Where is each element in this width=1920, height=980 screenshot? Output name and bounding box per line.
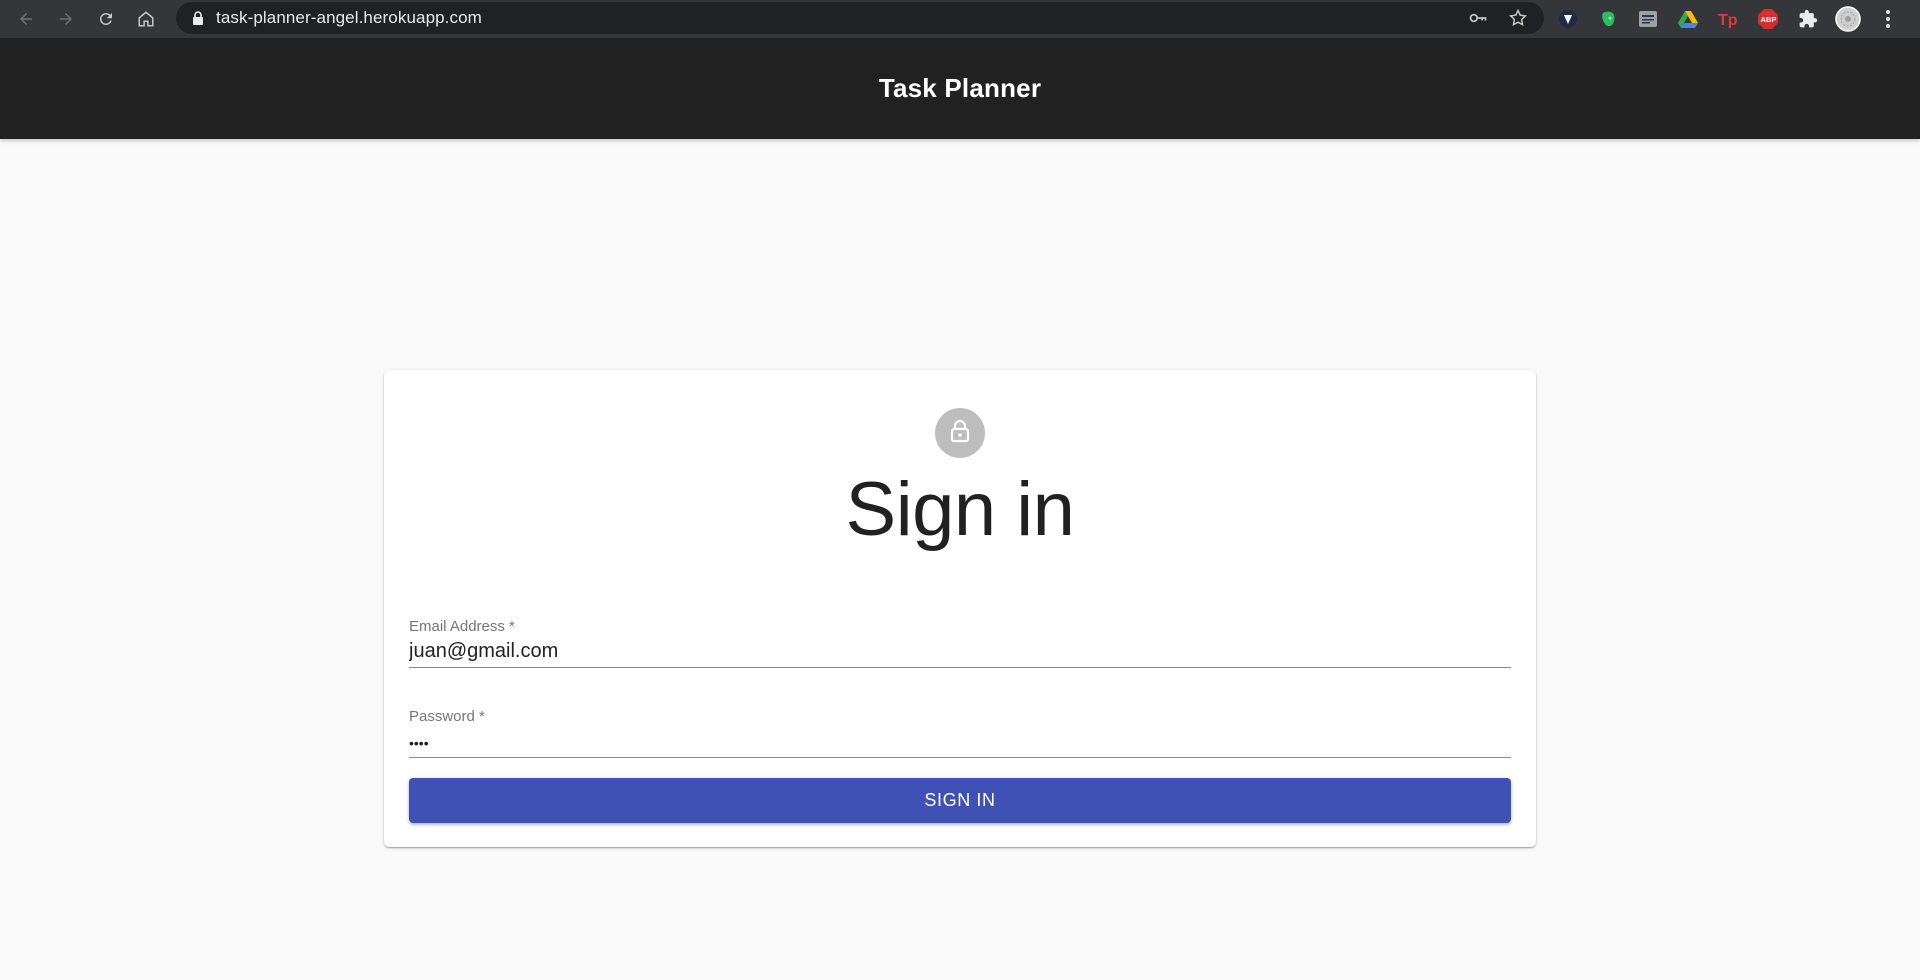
lock-icon[interactable] (190, 10, 206, 26)
shield-extension-icon[interactable] (1552, 3, 1584, 35)
reader-extension-icon[interactable] (1632, 3, 1664, 35)
browser-nav (6, 0, 166, 38)
signin-card: Sign in Email Address * Password * •••• … (384, 370, 1536, 847)
lock-avatar (935, 408, 985, 458)
app-header: Task Planner (0, 38, 1920, 139)
key-icon[interactable] (1462, 2, 1494, 34)
drive-extension-icon[interactable] (1672, 3, 1704, 35)
password-underline (409, 757, 1511, 758)
omnibox-actions (1462, 2, 1534, 34)
email-input[interactable] (409, 637, 1511, 665)
address-bar[interactable]: task-planner-angel.herokuapp.com (176, 2, 1544, 34)
extensions-row: Tp ABP (1552, 0, 1904, 38)
puzzle-extensions-icon[interactable] (1792, 3, 1824, 35)
profile-avatar-icon[interactable] (1832, 3, 1864, 35)
signin-button[interactable]: SIGN IN (409, 778, 1511, 823)
evernote-extension-icon[interactable] (1592, 3, 1624, 35)
email-field[interactable]: Email Address * (409, 618, 1511, 668)
forward-icon[interactable] (46, 0, 86, 38)
tp-extension-icon[interactable]: Tp (1712, 3, 1744, 35)
svg-text:Tp: Tp (1718, 12, 1738, 28)
star-icon[interactable] (1502, 2, 1534, 34)
home-icon[interactable] (126, 0, 166, 38)
email-label: Email Address * (409, 618, 515, 635)
back-icon[interactable] (6, 0, 46, 38)
signin-heading: Sign in (845, 467, 1075, 552)
svg-text:ABP: ABP (1761, 15, 1777, 24)
password-input[interactable]: •••• (409, 735, 429, 751)
password-field[interactable]: Password * •••• (409, 708, 1511, 758)
adblock-extension-icon[interactable]: ABP (1752, 3, 1784, 35)
menu-kebab-icon[interactable] (1872, 3, 1904, 35)
lock-icon (949, 419, 971, 448)
browser-toolbar: task-planner-angel.herokuapp.com Tp ABP (0, 0, 1920, 38)
reload-icon[interactable] (86, 0, 126, 38)
password-label: Password * (409, 708, 485, 725)
url-text[interactable]: task-planner-angel.herokuapp.com (216, 8, 482, 28)
app-title: Task Planner (878, 73, 1042, 103)
email-underline (409, 667, 1511, 668)
